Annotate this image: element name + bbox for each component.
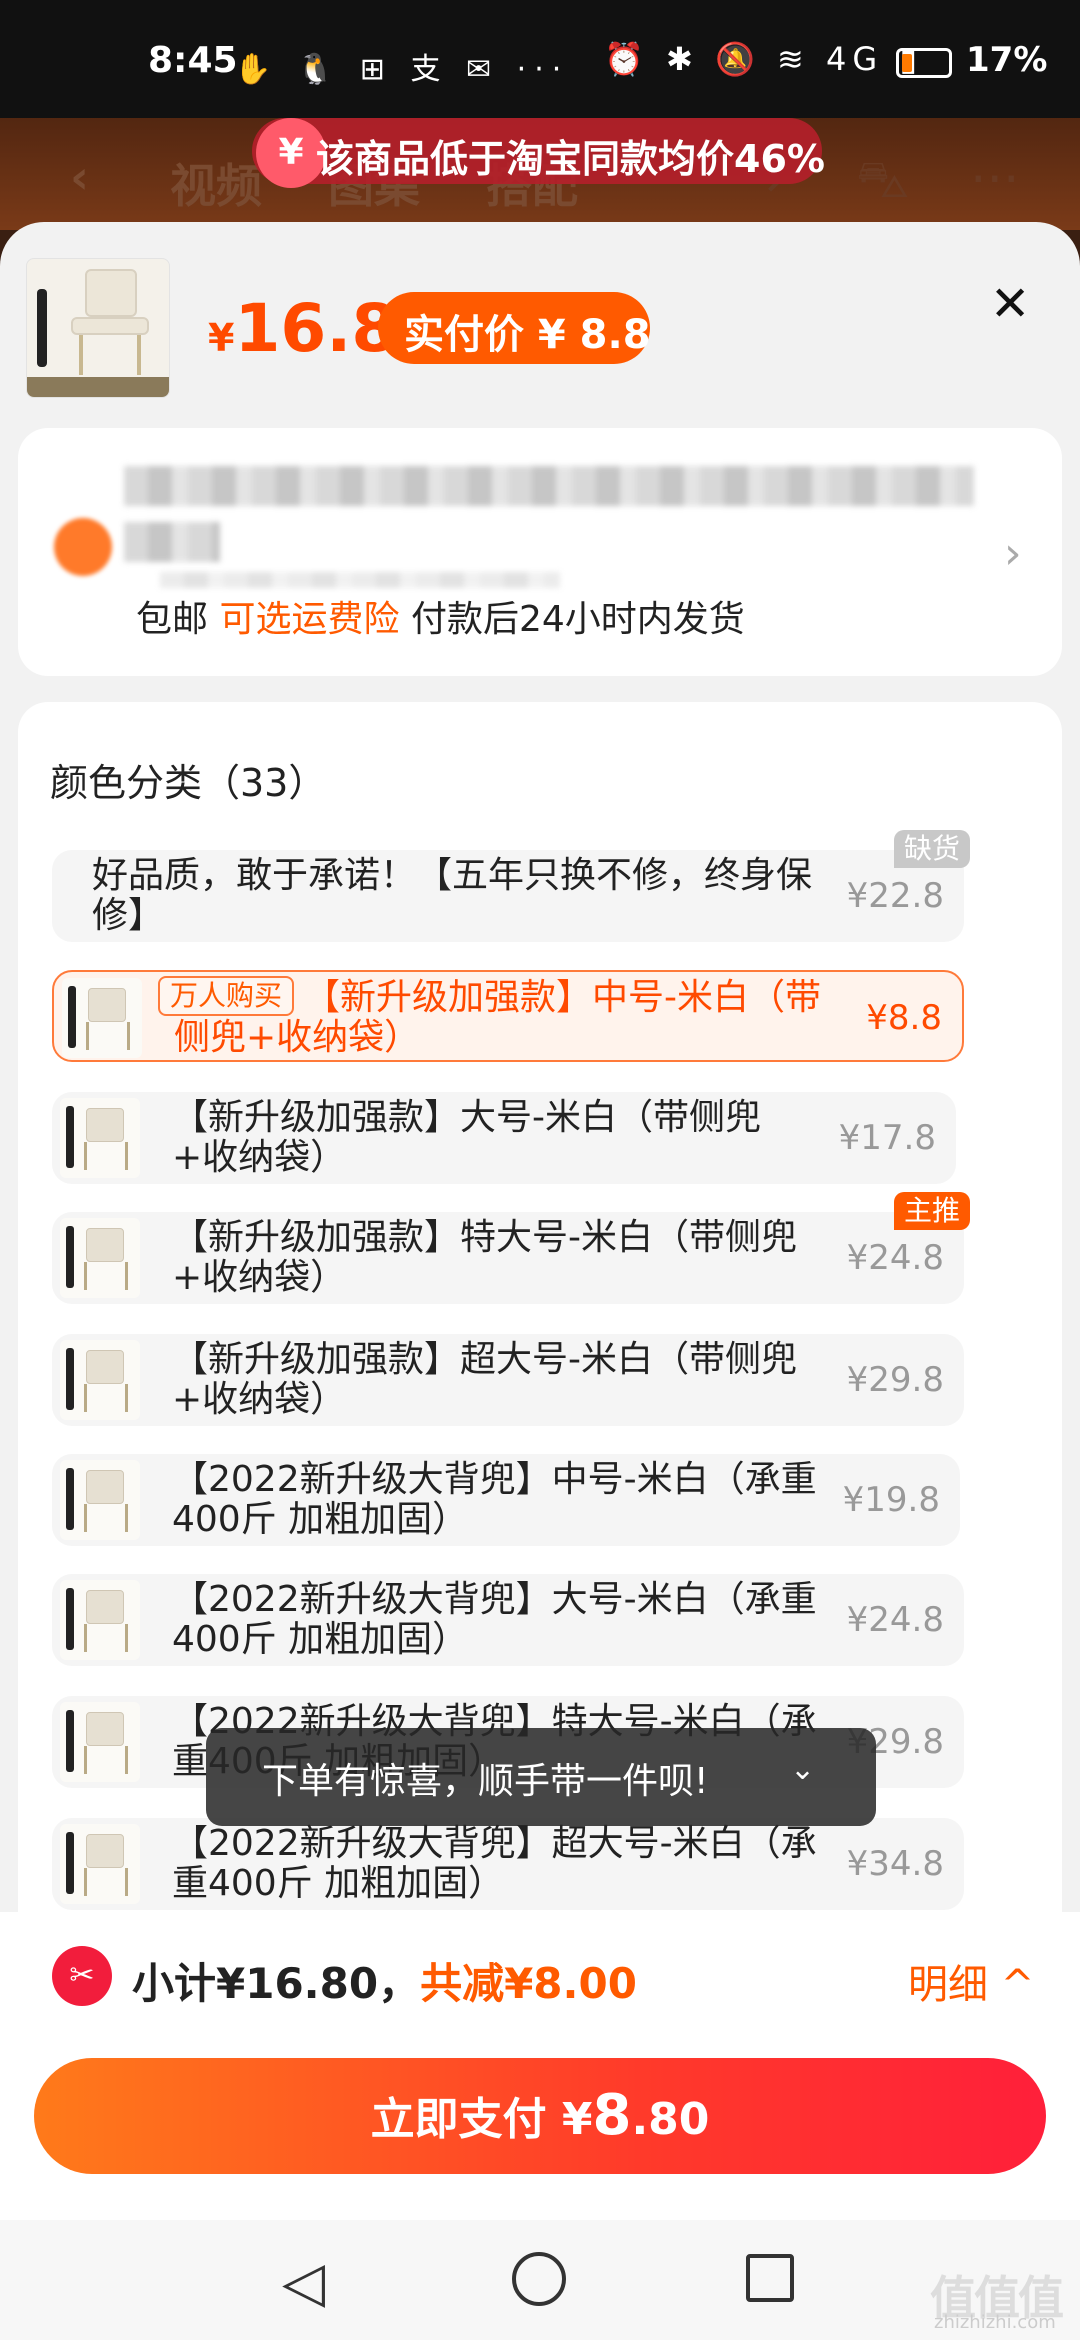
option-name: 【2022新升级大背兜】中号-米白（承重400斤 加粗加固） (172, 1459, 817, 1540)
option-thumbnail (60, 1218, 140, 1298)
nav-home-icon[interactable] (512, 2252, 566, 2306)
blurred-address (124, 466, 974, 506)
option-name: 【新升级加强款】中号-米白（带侧兜+收纳袋） (174, 977, 821, 1058)
out-of-stock-badge: 缺货 (893, 830, 970, 868)
option-price: ¥34.8 (846, 1844, 944, 1884)
price-value: 16.8 (234, 290, 398, 367)
option-thumbnail (60, 1580, 140, 1660)
subtotal-amount: 小计¥16.80， (132, 1959, 421, 2008)
shipping-insurance-link[interactable]: 可选运费险 (219, 599, 399, 640)
color-category-title: 颜色分类（33） (50, 761, 327, 805)
discount-amount: 共减¥8.00 (420, 1959, 637, 2008)
status-time: 8:45 (148, 40, 238, 81)
battery-level (902, 54, 912, 72)
system-status-icons: ⏰ ✱ 🔕 ≋ 4G ▮ (604, 40, 923, 78)
price-currency: ¥ (208, 316, 235, 360)
option-item[interactable]: 【新升级加强款】特大号-米白（带侧兜+收纳袋） ¥24.8 主推 (52, 1192, 970, 1304)
option-name: 好品质，敢于承诺！【五年只换不修，终身保修】 (92, 855, 813, 936)
blurred-address-2 (124, 522, 220, 562)
option-name: 【新升级加强款】特大号-米白（带侧兜+收纳袋） (172, 1217, 797, 1298)
pay-now-label[interactable]: 立即支付 ¥8.80 (34, 2058, 1046, 2174)
detail-toggle[interactable]: 明细 ^ (908, 1952, 1034, 2010)
actual-price-label: 实付价 ¥ 8.8 (404, 312, 651, 358)
subtotal: 小计¥16.80，共减¥8.00 (132, 1950, 637, 2011)
option-price: ¥17.8 (838, 1118, 936, 1158)
option-price: ¥8.8 (866, 998, 942, 1038)
chevron-right-icon[interactable]: › (1004, 528, 1022, 579)
free-shipping-label: 包邮 (136, 599, 209, 640)
option-item[interactable]: 【新升级加强款】大号-米白（带侧兜+收纳袋） ¥17.8 (52, 1092, 956, 1184)
bg-nav-video: 视频 (170, 159, 262, 213)
location-icon (54, 518, 112, 576)
coupon-icon: ✂ (52, 1946, 112, 2006)
featured-badge: 主推 (893, 1192, 970, 1230)
option-price: ¥19.8 (842, 1480, 940, 1520)
option-thumbnail (62, 978, 142, 1058)
option-price: ¥29.8 (846, 1360, 944, 1400)
option-thumbnail (60, 1702, 140, 1782)
option-thumbnail (60, 1340, 140, 1420)
blurred-address-3 (160, 572, 560, 588)
option-thumbnail (60, 1460, 140, 1540)
option-price: ¥22.8 (846, 876, 944, 916)
price-compare-text: 该商品低于淘宝同款均价46% (316, 137, 825, 181)
toast-text: 下单有惊喜，顺手带一件呗! (262, 1761, 709, 1802)
option-name: 【2022新升级大背兜】大号-米白（承重400斤 加粗加固） (172, 1579, 817, 1660)
option-thumbnail (60, 1098, 140, 1178)
chevron-down-icon[interactable]: ⌄ (790, 1752, 815, 1787)
option-item[interactable]: 【2022新升级大背兜】中号-米白（承重400斤 加粗加固） ¥19.8 (52, 1454, 960, 1546)
product-thumbnail[interactable] (26, 258, 170, 398)
option-item[interactable]: 【2022新升级大背兜】大号-米白（承重400斤 加粗加固） ¥24.8 (52, 1574, 964, 1666)
pay-label: 立即支付 ¥ (370, 2094, 593, 2145)
shipping-info: 包邮 可选运费险 付款后24小时内发货 (136, 590, 745, 642)
more-icon: ··· (970, 150, 1020, 210)
option-name: 【新升级加强款】大号-米白（带侧兜+收纳袋） (172, 1097, 761, 1178)
notification-icons: ✋ 🐧 ⊞ 支 ✉ ··· (234, 52, 570, 87)
dispatch-time: 付款后24小时内发货 (410, 599, 745, 640)
nav-back-icon[interactable]: ◁ (282, 2250, 325, 2315)
option-name: 【新升级加强款】超大号-米白（带侧兜+收纳袋） (172, 1339, 797, 1420)
nav-recent-icon[interactable] (746, 2254, 794, 2302)
option-item-selected[interactable]: 万人购买 【新升级加强款】中号-米白（带侧兜+收纳袋） ¥8.8 (52, 970, 964, 1062)
cart-icon: ⛍ (856, 150, 910, 210)
option-price: ¥24.8 (846, 1600, 944, 1640)
back-icon: ‹ (70, 150, 89, 204)
product-price: ¥16.8 (208, 290, 397, 367)
option-thumbnail (60, 1824, 140, 1904)
option-price: ¥24.8 (846, 1238, 944, 1278)
watermark-site: zhizhizhi.com (934, 2312, 1056, 2333)
pay-amount-int: 8 (592, 2083, 632, 2148)
option-item[interactable]: 好品质，敢于承诺！【五年只换不修，终身保修】 ¥22.8 缺货 (52, 830, 970, 942)
close-icon[interactable]: ✕ (990, 276, 1030, 332)
battery-percent: 17% (966, 40, 1048, 80)
option-item[interactable]: 【新升级加强款】超大号-米白（带侧兜+收纳袋） ¥29.8 (52, 1334, 964, 1426)
option-item[interactable]: 【2022新升级大背兜】超大号-米白（承重400斤 加粗加固） ¥34.8 (52, 1818, 964, 1910)
pay-amount-dec: .80 (631, 2094, 710, 2145)
option-name: 【2022新升级大背兜】超大号-米白（承重400斤 加粗加固） (172, 1823, 817, 1904)
